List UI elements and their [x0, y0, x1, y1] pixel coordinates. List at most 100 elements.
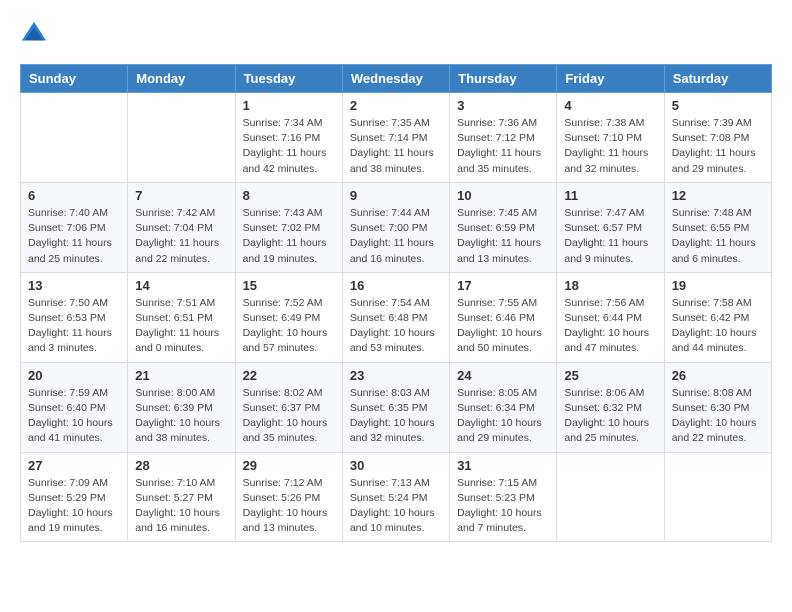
day-info: Sunrise: 7:09 AMSunset: 5:29 PMDaylight:…: [28, 476, 120, 537]
calendar-cell: 3 Sunrise: 7:36 AMSunset: 7:12 PMDaylight…: [450, 93, 557, 183]
day-number: 4: [564, 98, 656, 113]
calendar-cell: 12Sunrise: 7:48 AMSunset: 6:55 PMDayligh…: [664, 182, 771, 272]
day-info: Sunrise: 8:03 AMSunset: 6:35 PMDaylight:…: [350, 386, 442, 447]
day-number: 25: [564, 368, 656, 383]
calendar-table: SundayMondayTuesdayWednesdayThursdayFrid…: [20, 64, 772, 542]
day-number: 28: [135, 458, 227, 473]
day-number: 19: [672, 278, 764, 293]
calendar-cell: 26 Sunrise: 8:08 AMSunset: 6:30 PMDayligh…: [664, 362, 771, 452]
day-number: 6: [28, 188, 120, 203]
day-info: Sunrise: 8:08 AMSunset: 6:30 PMDaylight:…: [672, 386, 764, 447]
day-info: Sunrise: 7:44 AMSunset: 7:00 PMDaylight:…: [350, 206, 442, 267]
day-info: Sunrise: 7:10 AMSunset: 5:27 PMDaylight:…: [135, 476, 227, 537]
calendar-cell: [21, 93, 128, 183]
calendar-cell: 14 Sunrise: 7:51 AMSunset: 6:51 PMDayligh…: [128, 272, 235, 362]
day-info: Sunrise: 7:13 AMSunset: 5:24 PMDaylight:…: [350, 476, 442, 537]
day-number: 1: [243, 98, 335, 113]
day-info: Sunrise: 7:39 AMSunset: 7:08 PMDaylight:…: [672, 116, 764, 177]
calendar-week-2: 6 Sunrise: 7:40 AMSunset: 7:06 PMDaylight…: [21, 182, 772, 272]
day-number: 18: [564, 278, 656, 293]
calendar-week-3: 13 Sunrise: 7:50 AMSunset: 6:53 PMDayligh…: [21, 272, 772, 362]
calendar-cell: 13 Sunrise: 7:50 AMSunset: 6:53 PMDayligh…: [21, 272, 128, 362]
weekday-header-tuesday: Tuesday: [235, 65, 342, 93]
weekday-header-monday: Monday: [128, 65, 235, 93]
day-number: 31: [457, 458, 549, 473]
day-info: Sunrise: 7:59 AMSunset: 6:40 PMDaylight:…: [28, 386, 120, 447]
calendar-cell: 30 Sunrise: 7:13 AMSunset: 5:24 PMDayligh…: [342, 452, 449, 542]
day-number: 21: [135, 368, 227, 383]
day-info: Sunrise: 7:34 AMSunset: 7:16 PMDaylight:…: [243, 116, 335, 177]
calendar-cell: 7Sunrise: 7:42 AMSunset: 7:04 PMDaylight…: [128, 182, 235, 272]
day-info: Sunrise: 7:40 AMSunset: 7:06 PMDaylight:…: [28, 206, 120, 267]
calendar-cell: 23 Sunrise: 8:03 AMSunset: 6:35 PMDayligh…: [342, 362, 449, 452]
logo: [20, 20, 52, 48]
day-number: 14: [135, 278, 227, 293]
weekday-header-row: SundayMondayTuesdayWednesdayThursdayFrid…: [21, 65, 772, 93]
day-info: Sunrise: 7:47 AMSunset: 6:57 PMDaylight:…: [564, 206, 656, 267]
day-number: 11: [564, 188, 656, 203]
calendar-cell: 29 Sunrise: 7:12 AMSunset: 5:26 PMDayligh…: [235, 452, 342, 542]
day-number: 24: [457, 368, 549, 383]
weekday-header-thursday: Thursday: [450, 65, 557, 93]
day-info: Sunrise: 7:43 AMSunset: 7:02 PMDaylight:…: [243, 206, 335, 267]
day-number: 13: [28, 278, 120, 293]
calendar-cell: 22 Sunrise: 8:02 AMSunset: 6:37 PMDayligh…: [235, 362, 342, 452]
day-info: Sunrise: 7:54 AMSunset: 6:48 PMDaylight:…: [350, 296, 442, 357]
day-number: 30: [350, 458, 442, 473]
day-info: Sunrise: 7:52 AMSunset: 6:49 PMDaylight:…: [243, 296, 335, 357]
weekday-header-saturday: Saturday: [664, 65, 771, 93]
calendar-cell: 20Sunrise: 7:59 AMSunset: 6:40 PMDayligh…: [21, 362, 128, 452]
calendar-cell: [128, 93, 235, 183]
day-number: 23: [350, 368, 442, 383]
day-info: Sunrise: 7:15 AMSunset: 5:23 PMDaylight:…: [457, 476, 549, 537]
day-number: 27: [28, 458, 120, 473]
day-number: 17: [457, 278, 549, 293]
day-number: 29: [243, 458, 335, 473]
calendar-cell: 5 Sunrise: 7:39 AMSunset: 7:08 PMDaylight…: [664, 93, 771, 183]
day-number: 15: [243, 278, 335, 293]
page-header: [20, 20, 772, 48]
day-info: Sunrise: 8:00 AMSunset: 6:39 PMDaylight:…: [135, 386, 227, 447]
calendar-cell: [664, 452, 771, 542]
day-info: Sunrise: 7:12 AMSunset: 5:26 PMDaylight:…: [243, 476, 335, 537]
weekday-header-sunday: Sunday: [21, 65, 128, 93]
day-info: Sunrise: 7:42 AMSunset: 7:04 PMDaylight:…: [135, 206, 227, 267]
weekday-header-friday: Friday: [557, 65, 664, 93]
calendar-cell: 8 Sunrise: 7:43 AMSunset: 7:02 PMDaylight…: [235, 182, 342, 272]
calendar-cell: 21 Sunrise: 8:00 AMSunset: 6:39 PMDayligh…: [128, 362, 235, 452]
calendar-cell: 25 Sunrise: 8:06 AMSunset: 6:32 PMDayligh…: [557, 362, 664, 452]
calendar-cell: 16 Sunrise: 7:54 AMSunset: 6:48 PMDayligh…: [342, 272, 449, 362]
day-info: Sunrise: 7:45 AMSunset: 6:59 PMDaylight:…: [457, 206, 549, 267]
calendar-week-1: 1 Sunrise: 7:34 AMSunset: 7:16 PMDaylight…: [21, 93, 772, 183]
day-number: 9: [350, 188, 442, 203]
day-number: 26: [672, 368, 764, 383]
day-info: Sunrise: 7:55 AMSunset: 6:46 PMDaylight:…: [457, 296, 549, 357]
day-info: Sunrise: 7:48 AMSunset: 6:55 PMDaylight:…: [672, 206, 764, 267]
calendar-cell: 27 Sunrise: 7:09 AMSunset: 5:29 PMDayligh…: [21, 452, 128, 542]
day-number: 10: [457, 188, 549, 203]
day-info: Sunrise: 7:35 AMSunset: 7:14 PMDaylight:…: [350, 116, 442, 177]
calendar-cell: 15 Sunrise: 7:52 AMSunset: 6:49 PMDayligh…: [235, 272, 342, 362]
day-number: 5: [672, 98, 764, 113]
calendar-cell: [557, 452, 664, 542]
day-info: Sunrise: 8:06 AMSunset: 6:32 PMDaylight:…: [564, 386, 656, 447]
day-info: Sunrise: 7:50 AMSunset: 6:53 PMDaylight:…: [28, 296, 120, 357]
day-number: 3: [457, 98, 549, 113]
day-info: Sunrise: 7:56 AMSunset: 6:44 PMDaylight:…: [564, 296, 656, 357]
day-number: 16: [350, 278, 442, 293]
day-info: Sunrise: 7:51 AMSunset: 6:51 PMDaylight:…: [135, 296, 227, 357]
calendar-cell: 9 Sunrise: 7:44 AMSunset: 7:00 PMDaylight…: [342, 182, 449, 272]
calendar-cell: 1 Sunrise: 7:34 AMSunset: 7:16 PMDaylight…: [235, 93, 342, 183]
day-info: Sunrise: 7:36 AMSunset: 7:12 PMDaylight:…: [457, 116, 549, 177]
day-info: Sunrise: 7:58 AMSunset: 6:42 PMDaylight:…: [672, 296, 764, 357]
day-info: Sunrise: 8:02 AMSunset: 6:37 PMDaylight:…: [243, 386, 335, 447]
day-info: Sunrise: 8:05 AMSunset: 6:34 PMDaylight:…: [457, 386, 549, 447]
calendar-cell: 11 Sunrise: 7:47 AMSunset: 6:57 PMDayligh…: [557, 182, 664, 272]
logo-icon: [20, 20, 48, 48]
day-number: 22: [243, 368, 335, 383]
calendar-cell: 4Sunrise: 7:38 AMSunset: 7:10 PMDaylight…: [557, 93, 664, 183]
calendar-cell: 17 Sunrise: 7:55 AMSunset: 6:46 PMDayligh…: [450, 272, 557, 362]
day-number: 2: [350, 98, 442, 113]
calendar-week-5: 27 Sunrise: 7:09 AMSunset: 5:29 PMDayligh…: [21, 452, 772, 542]
day-number: 8: [243, 188, 335, 203]
